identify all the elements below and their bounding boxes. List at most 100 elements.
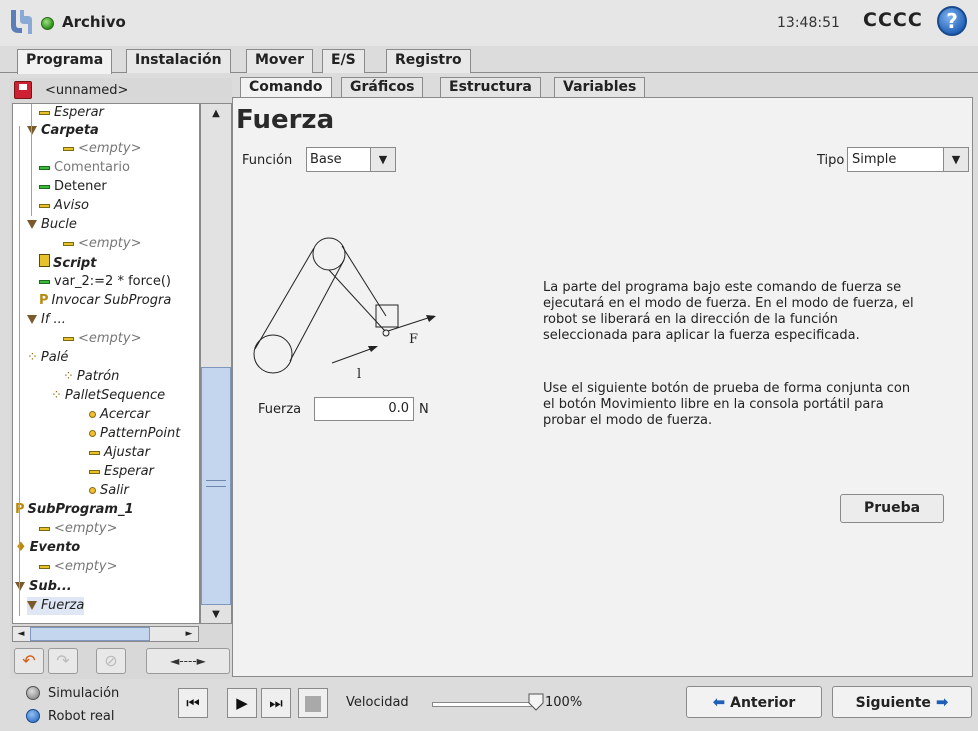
program-tree[interactable]: Esperar Carpeta <empty> Comentario Deten…: [12, 103, 200, 624]
tree-item-salir[interactable]: Salir: [89, 482, 129, 500]
tree-item-esperar[interactable]: Esperar: [89, 463, 154, 481]
tree-item-bucle[interactable]: Bucle: [27, 216, 77, 234]
tree-item-invocar[interactable]: P Invocar SubProgra: [39, 292, 171, 310]
tree-item-empty[interactable]: <empty>: [63, 235, 142, 253]
tab-programa[interactable]: Programa: [17, 49, 113, 74]
tree-item-ajustar[interactable]: Ajustar: [89, 444, 150, 462]
description-text: Use el siguiente botón de prueba de form…: [543, 381, 911, 428]
stop-icon: [305, 695, 321, 712]
chevron-down-icon[interactable]: ▼: [943, 148, 968, 171]
tab-instalacion[interactable]: Instalación: [126, 49, 231, 73]
tab-variables[interactable]: Variables: [554, 77, 646, 97]
diagram-arrowhead: [426, 315, 436, 322]
tree-item-empty[interactable]: <empty>: [39, 520, 118, 538]
tree-item-patron[interactable]: ⁘ Patrón: [63, 368, 119, 386]
waypoint-icon: [89, 411, 96, 418]
simulation-radio[interactable]: [26, 686, 40, 700]
wait-icon: [39, 110, 50, 115]
diagram-joint-upper: [312, 237, 346, 271]
empty-icon: [39, 564, 50, 569]
tipo-label: Tipo: [817, 153, 845, 168]
tab-estructura[interactable]: Estructura: [440, 77, 541, 97]
tree-item-patternpoint[interactable]: PatternPoint: [89, 425, 180, 443]
assignment-icon: [39, 279, 50, 284]
tree-item-pale[interactable]: ⁘ Palé: [27, 349, 68, 367]
diagram-arrowhead: [368, 346, 378, 352]
scroll-up-icon[interactable]: ▲: [201, 104, 231, 124]
empty-icon: [63, 336, 74, 341]
tree-item-empty[interactable]: <empty>: [63, 140, 142, 158]
tab-registro[interactable]: Registro: [386, 49, 471, 73]
tree-item-assignment[interactable]: var_2:=2 * force(): [39, 273, 171, 291]
fuerza-input[interactable]: 0.0: [314, 397, 414, 421]
previous-button[interactable]: ⬅ Anterior: [686, 686, 822, 718]
tab-mover[interactable]: Mover: [246, 49, 314, 73]
tree-item-palletsequence[interactable]: ⁘ PalletSequence: [51, 387, 165, 405]
tree-item-empty[interactable]: <empty>: [39, 558, 118, 576]
empty-icon: [63, 241, 74, 246]
scroll-grip-icon: [206, 480, 226, 487]
if-icon: [27, 315, 37, 324]
speed-slider-track[interactable]: [432, 702, 534, 707]
speed-value: 100%: [545, 695, 583, 710]
tab-graficos[interactable]: Gráficos: [341, 77, 424, 97]
diagram-path-arrow: [331, 346, 377, 364]
funcion-value: Base: [310, 152, 342, 167]
redo-button[interactable]: ↷: [48, 648, 78, 674]
fuerza-unit: N: [419, 402, 429, 417]
next-button[interactable]: Siguiente ➡: [832, 686, 972, 718]
scroll-left-icon[interactable]: ◄: [13, 627, 29, 641]
tree-item-script[interactable]: Script: [39, 254, 96, 272]
scroll-down-icon[interactable]: ▼: [201, 606, 231, 623]
tree-item-subprogram[interactable]: PSubProgram_1: [15, 501, 134, 519]
tree-item-detener[interactable]: Detener: [39, 178, 107, 196]
tree-item-comentario[interactable]: Comentario: [39, 159, 130, 177]
scroll-right-icon[interactable]: ►: [180, 627, 198, 641]
hscroll-thumb[interactable]: [30, 627, 150, 641]
call-subprogram-icon: P: [39, 293, 49, 308]
file-menu-label[interactable]: Archivo: [62, 13, 126, 31]
tree-item-carpeta[interactable]: Carpeta: [27, 122, 99, 140]
clock: 13:48:51: [777, 15, 840, 31]
suppress-button[interactable]: ⊘: [96, 648, 126, 674]
waypoint-icon: [89, 430, 96, 437]
stop-button[interactable]: [298, 688, 328, 718]
tree-item-aviso[interactable]: Aviso: [39, 197, 89, 215]
save-disk-icon[interactable]: [14, 81, 32, 99]
undo-button[interactable]: ↶: [14, 648, 44, 674]
real-robot-radio[interactable]: [26, 709, 40, 723]
tipo-value: Simple: [852, 152, 897, 167]
pattern-icon: ⁘: [63, 369, 74, 384]
move-node-button[interactable]: ◄----►: [146, 648, 230, 674]
tab-es[interactable]: E/S: [322, 49, 365, 73]
tree-item-acercar[interactable]: Acercar: [89, 406, 150, 424]
diagram-label-l: l: [357, 367, 361, 382]
program-file-name: <unnamed>: [45, 83, 129, 98]
diagram-tool-box: [375, 304, 399, 328]
force-icon: [27, 601, 37, 610]
tab-comando[interactable]: Comando: [240, 77, 332, 98]
tree-item-fuerza[interactable]: Fuerza: [27, 597, 85, 615]
tree-item-empty[interactable]: <empty>: [63, 330, 142, 348]
chevron-down-icon[interactable]: ▼: [370, 148, 395, 171]
test-button[interactable]: Prueba: [840, 494, 944, 523]
tree-item-evento[interactable]: ♦ Evento: [15, 539, 80, 557]
tree-item-if[interactable]: If ...: [27, 311, 66, 329]
pallet-sequence-icon: ⁘: [51, 388, 62, 403]
play-icon[interactable]: ▶: [227, 688, 257, 718]
diagram-label-f: F: [409, 332, 418, 347]
tree-item-esperar[interactable]: Esperar: [39, 104, 104, 122]
tree-connector-line: [31, 104, 32, 216]
robot-status-icon: [41, 17, 54, 30]
speed-slider-handle[interactable]: [528, 693, 544, 711]
simulation-label: Simulación: [48, 686, 120, 701]
description-text: La parte del programa bajo este comando …: [543, 280, 914, 343]
skip-to-start-icon[interactable]: ⏮: [178, 688, 208, 718]
pallet-icon: ⁘: [27, 350, 38, 365]
arrow-right-icon: ➡: [935, 693, 949, 711]
real-robot-label: Robot real: [48, 709, 115, 724]
help-icon[interactable]: ?: [937, 6, 967, 36]
step-icon[interactable]: ⏭: [261, 688, 291, 718]
arrow-left-icon: ⬅: [712, 693, 726, 711]
tree-item-sub[interactable]: Sub...: [15, 578, 72, 596]
